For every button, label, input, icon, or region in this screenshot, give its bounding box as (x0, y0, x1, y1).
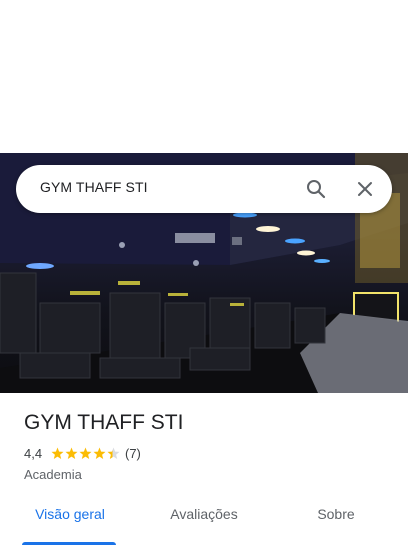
close-icon[interactable] (353, 177, 377, 201)
tab-bar: Visão geral Avaliações Sobre (0, 498, 408, 546)
review-count[interactable]: (7) (125, 446, 141, 461)
search-icon[interactable] (304, 177, 328, 201)
tab-reviews[interactable]: Avaliações (160, 506, 248, 546)
star-rating (51, 447, 120, 459)
tab-label: Avaliações (170, 506, 238, 522)
search-bar[interactable]: GYM THAFF STI (16, 165, 392, 213)
tab-overview[interactable]: Visão geral (22, 506, 116, 546)
search-input[interactable]: GYM THAFF STI (40, 179, 148, 195)
star-icon (51, 447, 64, 459)
tab-label: Sobre (317, 506, 355, 522)
star-icon (93, 447, 106, 459)
place-title: GYM THAFF STI (24, 411, 184, 434)
active-tab-indicator (22, 542, 116, 545)
tab-label: Visão geral (35, 506, 105, 522)
rating-value: 4,4 (24, 446, 43, 461)
tab-about[interactable]: Sobre (306, 506, 366, 546)
star-icon (79, 447, 92, 459)
star-icon (107, 447, 120, 459)
place-category[interactable]: Academia (24, 467, 82, 482)
star-icon (65, 447, 78, 459)
